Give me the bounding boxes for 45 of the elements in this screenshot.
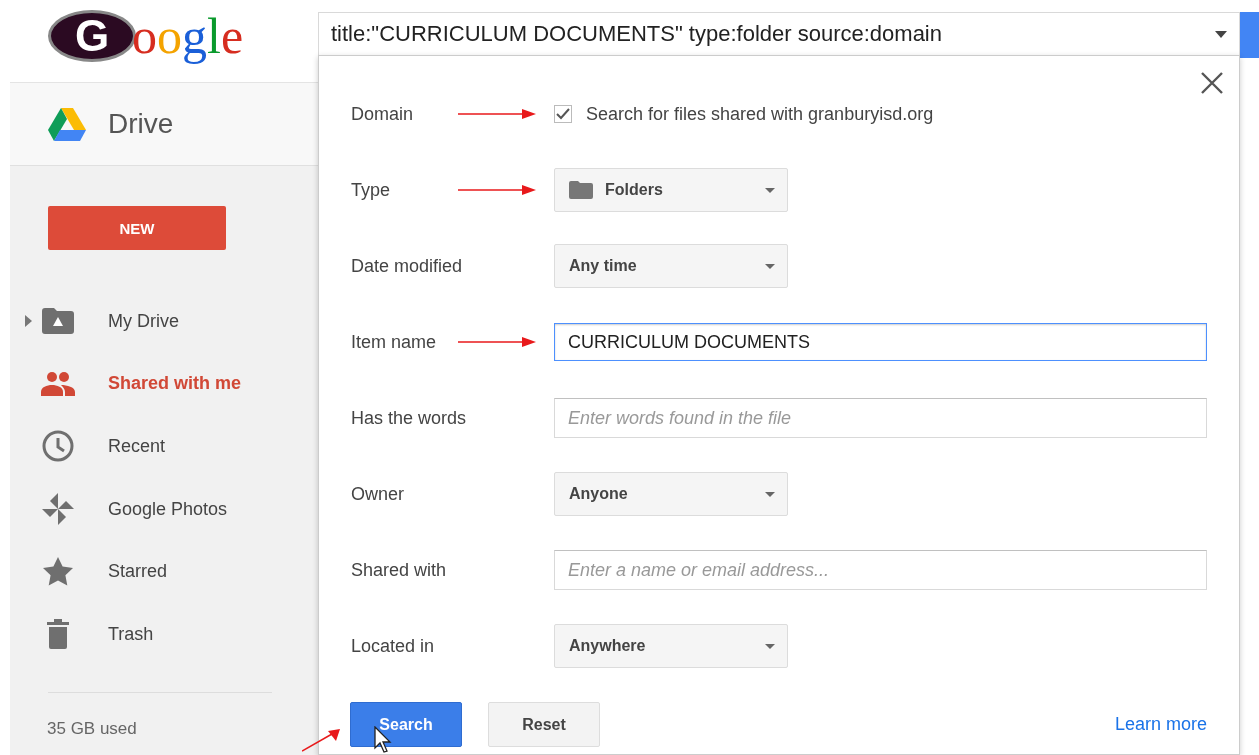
field-label: Located in (351, 635, 435, 657)
text-field[interactable]: CURRICULUM DOCUMENTS (554, 323, 1207, 361)
close-icon[interactable] (1201, 72, 1223, 94)
reset-button[interactable]: Reset (488, 702, 600, 747)
drive-logo-icon (48, 107, 86, 141)
storage-usage: 35 GB used (47, 718, 138, 739)
field-label: Date modified (351, 255, 463, 277)
app-title: Drive (108, 108, 174, 140)
trash-icon (47, 619, 69, 650)
text-field[interactable]: Enter words found in the file (554, 398, 1207, 438)
clock-icon (42, 430, 74, 463)
caret-icon (765, 263, 775, 269)
sidebar-item[interactable]: Google Photos (10, 477, 318, 541)
annotation-arrow (302, 728, 342, 752)
field-label: Domain (351, 103, 414, 125)
sidebar-item[interactable]: Starred (10, 540, 318, 603)
sidebar-item[interactable]: My Drive (10, 290, 318, 353)
star-icon (43, 557, 73, 587)
folder-icon (42, 308, 74, 335)
sidebar-item[interactable]: Shared with me (10, 352, 318, 416)
sidebar-item[interactable]: Trash (10, 602, 318, 666)
text-field[interactable]: Enter a name or email address... (554, 550, 1207, 590)
caret-icon (765, 491, 775, 497)
dropdown[interactable]: Folders (554, 168, 788, 212)
dropdown[interactable]: Anywhere (554, 624, 788, 668)
expand-icon[interactable] (25, 315, 32, 328)
people-icon (41, 371, 75, 396)
dropdown-icon[interactable] (1215, 30, 1227, 38)
dropdown[interactable]: Any time (554, 244, 788, 288)
dropdown[interactable]: Anyone (554, 472, 788, 516)
caret-icon (765, 187, 775, 193)
checkbox[interactable] (554, 105, 572, 123)
field-label: Owner (351, 483, 404, 505)
sidebar-item[interactable]: Recent (10, 415, 318, 478)
field-label: Item name (351, 331, 437, 353)
new-button[interactable]: NEW (48, 206, 226, 250)
field-label: Has the words (351, 407, 467, 429)
caret-icon (765, 643, 775, 649)
search-button[interactable]: Search (350, 702, 462, 747)
pinwheel-icon (42, 493, 74, 526)
learn-more-link[interactable]: Learn more (1114, 714, 1207, 735)
checkbox-label[interactable]: Search for files shared with granburyisd.org (586, 103, 934, 125)
field-label: Shared with (351, 559, 447, 581)
field-label: Type (351, 179, 391, 201)
folder-icon (569, 181, 593, 199)
